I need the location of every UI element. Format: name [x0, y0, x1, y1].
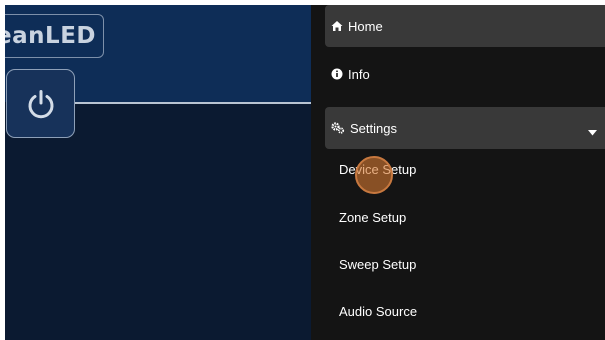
power-divider: [75, 102, 311, 104]
logo-text: ceanLED: [5, 23, 96, 49]
menu-item-settings-label: Settings: [350, 120, 397, 136]
submenu-item-device-setup[interactable]: Device Setup: [339, 157, 416, 181]
menu-item-settings[interactable]: Settings: [325, 107, 605, 149]
home-icon: [331, 20, 343, 32]
info-icon: [331, 68, 343, 80]
main-panel: ceanLED: [5, 5, 311, 340]
power-icon: [28, 89, 53, 118]
submenu-item-zone-setup[interactable]: Zone Setup: [339, 205, 406, 229]
menu-item-home[interactable]: Home: [325, 5, 605, 47]
submenu-item-audio-source[interactable]: Audio Source: [339, 299, 417, 323]
side-menu: Home Info Settings Device Setup Zone Set…: [311, 5, 605, 340]
gears-icon: [331, 122, 345, 134]
brand-logo: ceanLED: [5, 14, 104, 58]
menu-item-info[interactable]: Info: [325, 53, 605, 95]
app-window: ceanLED Home Info: [5, 5, 605, 340]
submenu-item-sweep-setup[interactable]: Sweep Setup: [339, 252, 416, 276]
menu-item-home-label: Home: [348, 18, 383, 34]
menu-item-info-label: Info: [348, 66, 370, 82]
caret-down-icon: [588, 124, 597, 139]
power-button[interactable]: [6, 69, 75, 138]
